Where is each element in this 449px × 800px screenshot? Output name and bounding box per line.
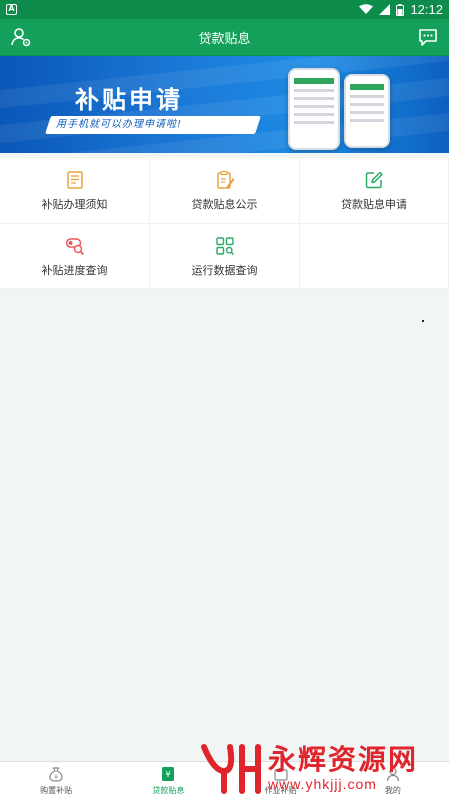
tab-purchase-subsidy[interactable]: ¥ 购置补贴 [0, 762, 112, 800]
battery-icon [396, 3, 405, 16]
loan-icon: ¥ [162, 767, 175, 781]
banner-headline: 补贴申请 [75, 85, 183, 114]
wifi-icon [359, 4, 374, 14]
menu-item-label: 补贴办理须知 [41, 198, 108, 211]
menu-empty-cell [300, 224, 449, 289]
watermark: 永辉资源网 www.yhkjjj.com [200, 740, 440, 796]
document-list-icon [66, 171, 83, 189]
menu-item-label: 补贴进度查询 [41, 264, 108, 277]
svg-text:¥: ¥ [54, 774, 58, 781]
banner-subline: 用手机就可以办理申请啦! [45, 116, 261, 134]
watermark-logo-icon [201, 744, 261, 794]
user-settings-icon[interactable] [10, 26, 32, 48]
phone-illustration [288, 68, 340, 150]
signal-icon [379, 4, 391, 15]
menu-item-label: 贷款贴息申请 [341, 198, 407, 211]
page-title: 贷款贴息 [198, 31, 251, 47]
menu-item-progress-query[interactable]: 补贴进度查询 [0, 224, 150, 289]
clipboard-edit-icon [216, 170, 234, 189]
progress-search-icon [65, 238, 84, 256]
menu-grid: 补贴办理须知 贷款贴息公示 贷款贴息申请 补贴进度查询 运行数据查询 [0, 158, 449, 289]
promo-banner[interactable]: 补贴申请 用手机就可以办理申请啦! [0, 56, 449, 153]
menu-item-data-query[interactable]: 运行数据查询 [150, 224, 300, 289]
watermark-url: www.yhkjjj.com [268, 776, 377, 792]
menu-item-subsidy-guide[interactable]: 补贴办理须知 [0, 158, 150, 224]
menu-item-label: 贷款贴息公示 [191, 198, 258, 211]
svg-text:¥: ¥ [166, 770, 171, 779]
banner-subline-text: 用手机就可以办理申请啦! [56, 119, 183, 130]
grid-search-icon [215, 237, 234, 256]
tab-label: 贷款贴息 [152, 786, 185, 795]
edit-square-icon [365, 171, 383, 189]
notification-icon: A [6, 4, 17, 15]
message-icon[interactable] [417, 26, 439, 48]
app-bar: 贷款贴息 [0, 19, 449, 56]
stray-dot [422, 320, 424, 322]
menu-item-label: 运行数据查询 [191, 264, 258, 277]
menu-item-loan-apply[interactable]: 贷款贴息申请 [300, 158, 449, 224]
menu-item-loan-notice[interactable]: 贷款贴息公示 [150, 158, 300, 224]
money-bag-icon: ¥ [49, 767, 63, 782]
tab-label: 购置补贴 [40, 786, 73, 795]
watermark-brand: 永辉资源网 [268, 743, 419, 776]
status-time: 12:12 [410, 2, 443, 17]
status-bar: A 12:12 [0, 0, 449, 19]
phone-illustration [344, 74, 390, 148]
